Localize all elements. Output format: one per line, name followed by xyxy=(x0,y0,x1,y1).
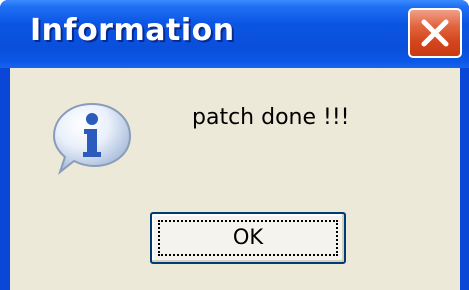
close-button[interactable] xyxy=(408,8,462,58)
ok-button-label: OK xyxy=(232,225,264,249)
information-icon xyxy=(52,102,132,175)
window-title: Information xyxy=(30,13,235,48)
message-text: patch done !!! xyxy=(192,105,350,130)
ok-button[interactable]: OK xyxy=(150,212,346,264)
title-bar[interactable]: Information xyxy=(0,0,469,68)
dialog-window: Information patch done !!! OK xyxy=(0,0,469,290)
dialog-body: patch done !!! OK xyxy=(10,68,460,290)
close-icon xyxy=(421,19,449,47)
